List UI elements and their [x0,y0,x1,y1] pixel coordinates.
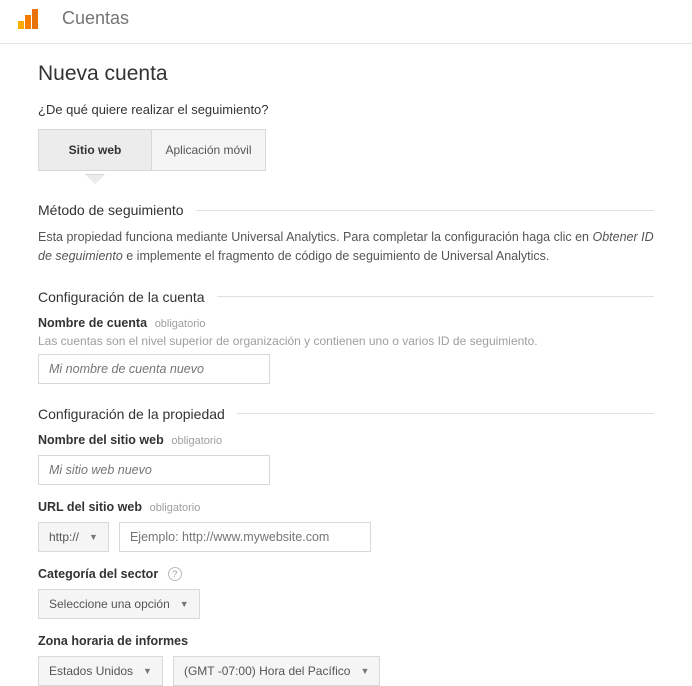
topbar-title: Cuentas [62,8,129,29]
category-value: Seleccione una opción [49,597,170,611]
account-name-hint: Las cuentas son el nivel superior de org… [38,334,654,348]
timezone-label: Zona horaria de informes [38,634,188,648]
analytics-logo-icon [18,9,38,29]
content: Nueva cuenta ¿De qué quiere realizar el … [0,44,692,686]
tracking-question: ¿De qué quiere realizar el seguimiento? [38,102,654,117]
tracking-type-tabs: Sitio web Aplicación móvil [38,129,654,171]
field-site-url: URL del sitio web obligatorio http:// ▼ [38,499,654,552]
field-industry-category: Categoría del sector ? Seleccione una op… [38,566,654,620]
site-url-label: URL del sitio web [38,500,142,514]
chevron-down-icon: ▼ [143,666,152,676]
account-name-input[interactable] [38,354,270,384]
required-tag: obligatorio [150,502,201,514]
tab-mobile-label: Aplicación móvil [165,143,251,157]
section-heading: Método de seguimiento [38,202,196,218]
category-select[interactable]: Seleccione una opción ▼ [38,589,200,619]
chevron-down-icon: ▼ [360,666,369,676]
section-heading: Configuración de la propiedad [38,406,237,422]
timezone-value: (GMT -07:00) Hora del Pacífico [184,664,351,678]
required-tag: obligatorio [155,318,206,330]
section-tracking-method: Método de seguimiento [38,202,654,218]
page-title: Nueva cuenta [38,62,654,86]
section-property-config: Configuración de la propiedad [38,406,654,422]
timezone-country-select[interactable]: Estados Unidos ▼ [38,656,163,686]
tab-mobile-app[interactable]: Aplicación móvil [152,129,266,171]
help-icon[interactable]: ? [168,567,182,581]
site-name-input[interactable] [38,455,270,485]
field-reporting-timezone: Zona horaria de informes Estados Unidos … [38,633,654,686]
tab-active-pointer-icon [86,175,104,184]
account-name-label: Nombre de cuenta [38,316,147,330]
section-heading: Configuración de la cuenta [38,289,217,305]
tab-website-label: Sitio web [69,143,122,157]
section-account-config: Configuración de la cuenta [38,289,654,305]
url-scheme-select[interactable]: http:// ▼ [38,522,109,552]
tab-website[interactable]: Sitio web [38,129,152,171]
required-tag: obligatorio [171,435,222,447]
field-account-name: Nombre de cuenta obligatorio Las cuentas… [38,315,654,384]
chevron-down-icon: ▼ [180,599,189,609]
tracking-method-description: Esta propiedad funciona mediante Univers… [38,228,654,267]
site-url-input[interactable] [119,522,371,552]
chevron-down-icon: ▼ [89,532,98,542]
timezone-select[interactable]: (GMT -07:00) Hora del Pacífico ▼ [173,656,380,686]
desc-suffix: e implemente el fragmento de código de s… [123,249,550,263]
url-scheme-value: http:// [49,530,79,544]
timezone-country-value: Estados Unidos [49,664,133,678]
topbar: Cuentas [0,0,692,44]
category-label: Categoría del sector [38,567,158,581]
field-site-name: Nombre del sitio web obligatorio [38,432,654,485]
site-name-label: Nombre del sitio web [38,433,164,447]
desc-prefix: Esta propiedad funciona mediante Univers… [38,230,592,244]
